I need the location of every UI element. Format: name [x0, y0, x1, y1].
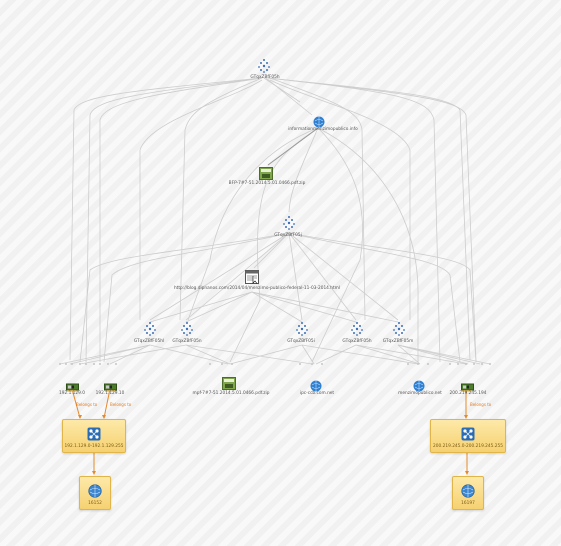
node-label: BFP-7#7-51.2014.5.01.0466.pdf.zip: [228, 181, 306, 186]
as-box[interactable]: 16152: [79, 476, 111, 510]
node-label: 192.1.129.0-192.1.129.255: [64, 444, 124, 449]
ip-range-box[interactable]: 192.1.129.0-192.1.129.255: [62, 419, 126, 453]
cluster-icon[interactable]: [350, 321, 364, 341]
cluster-icon[interactable]: [392, 321, 406, 341]
edge-layer: [59, 77, 491, 475]
node-label: GTqxZBfF05hl: [133, 339, 165, 344]
network-range-icon: [461, 426, 475, 445]
cluster-icon[interactable]: [282, 215, 296, 235]
edge-label: Belongs to: [470, 402, 492, 407]
cluster-icon[interactable]: [295, 321, 309, 341]
node-label: 200.219.245.0-200.219.245.255: [433, 444, 503, 449]
edge-label: Belongs to: [76, 402, 98, 407]
node-label: http://blog.dipnanos.com/2014/04/menzimo…: [173, 286, 341, 291]
node-label: GTqxZBfF05i: [287, 339, 315, 344]
node-label: GTqxZBfF05h: [250, 75, 280, 80]
node-label: 16152: [88, 501, 102, 506]
node-label: GTqxZBfF05n: [172, 339, 202, 344]
node-label: informationmenzimopublico.info: [288, 127, 358, 132]
globe-icon: [88, 483, 102, 502]
node-label: menzimopublico.net: [398, 391, 442, 396]
node-label: 16197: [461, 501, 475, 506]
node-label: GTqxZBfF05h: [342, 339, 372, 344]
node-label: mpf-7#7-51.2014.5.01.0466.pdf.zip: [192, 391, 270, 396]
node-label: ipc-ccb.com.net: [299, 391, 335, 396]
ip-range-box[interactable]: 200.219.245.0-200.219.245.255: [430, 419, 506, 453]
network-range-icon: [87, 426, 101, 445]
globe-icon: [461, 483, 475, 502]
node-label: GTqxZBfF05j: [274, 233, 302, 238]
node-label: 200.219.245.194: [449, 391, 487, 396]
cluster-icon[interactable]: [143, 321, 157, 341]
as-box[interactable]: 16197: [452, 476, 484, 510]
node-label: 192.1.129.10: [95, 391, 125, 396]
node-label: GTqxZBfF05m: [382, 339, 414, 344]
cluster-icon[interactable]: [180, 321, 194, 341]
edge-label: Belongs to: [110, 402, 132, 407]
node-label: 192.1.129.0: [59, 391, 85, 396]
